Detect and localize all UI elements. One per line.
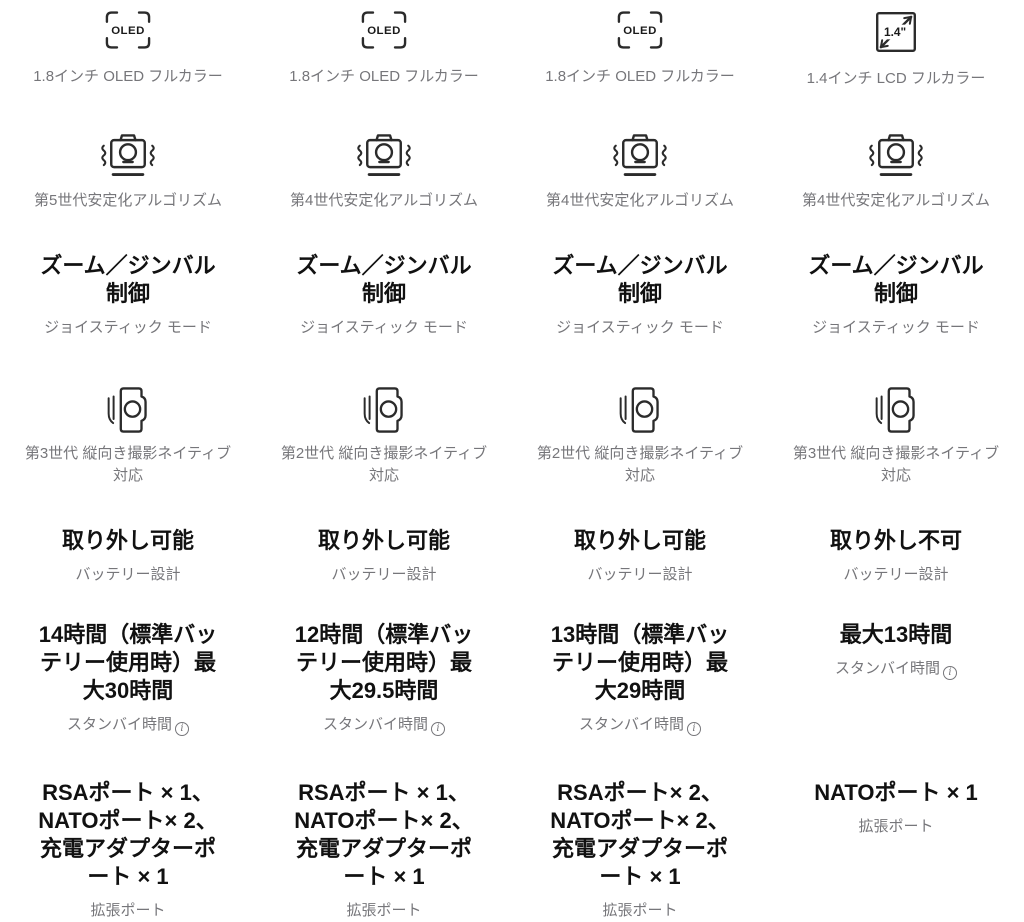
zoom-gimbal-label: ジョイスティック モード: [812, 317, 980, 339]
zoom-gimbal-spec-col1: ズーム／ジンバル 制御 ジョイスティック モード: [0, 252, 256, 383]
zoom-gimbal-spec-col4: ズーム／ジンバル 制御 ジョイスティック モード: [768, 252, 1024, 383]
stabilization-spec-text: 第4世代安定化アルゴリズム: [802, 190, 990, 212]
vertical-shooting-text: 第3世代 縦向き撮影ネイティブ 対応: [793, 443, 999, 487]
display-spec-col4: 1.4インチ LCD フルカラー: [768, 8, 1024, 128]
stabilization-spec-col2: 第4世代安定化アルゴリズム: [256, 128, 512, 252]
vertical-shooting-spec-col1: 第3世代 縦向き撮影ネイティブ 対応: [0, 383, 256, 527]
standby-time-label-text: スタンバイ時間: [323, 716, 428, 733]
camera-stabilization-icon: [864, 128, 928, 182]
info-icon[interactable]: i: [687, 722, 701, 736]
battery-design-value: 取り外し可能: [318, 527, 450, 555]
display-spec-text: 1.8インチ OLED フルカラー: [289, 66, 479, 88]
oled-display-icon: [614, 8, 666, 52]
standby-time-spec-col1: 14時間（標準バッ テリー使用時）最 大30時間 スタンバイ時間i: [0, 621, 256, 779]
standby-time-label: スタンバイ時間i: [835, 658, 957, 680]
lcd-display-icon: [874, 10, 918, 54]
stabilization-spec-text: 第5世代安定化アルゴリズム: [34, 190, 222, 212]
info-icon[interactable]: i: [175, 722, 189, 736]
vertical-shooting-spec-col4: 第3世代 縦向き撮影ネイティブ 対応: [768, 383, 1024, 527]
vertical-shooting-spec-col3: 第2世代 縦向き撮影ネイティブ 対応: [512, 383, 768, 527]
stabilization-spec-col3: 第4世代安定化アルゴリズム: [512, 128, 768, 252]
expansion-ports-spec-col1: RSAポート × 1、 NATOポート× 2、 充電アダプターポ ート × 1 …: [0, 779, 256, 915]
expansion-ports-value: RSAポート× 2、 NATOポート× 2、 充電アダプターポ ート × 1: [550, 779, 730, 891]
camera-stabilization-icon: [352, 128, 416, 182]
stabilization-spec-col1: 第5世代安定化アルゴリズム: [0, 128, 256, 252]
expansion-ports-value: NATOポート × 1: [814, 779, 978, 807]
battery-design-spec-col4: 取り外し不可 バッテリー設計: [768, 527, 1024, 621]
battery-design-value: 取り外し可能: [574, 527, 706, 555]
standby-time-label: スタンバイ時間i: [67, 714, 189, 736]
standby-time-value: 14時間（標準バッ テリー使用時）最 大30時間: [39, 621, 217, 705]
portrait-camera-icon: [872, 383, 920, 437]
standby-time-label: スタンバイ時間i: [579, 714, 701, 736]
standby-time-label: スタンバイ時間i: [323, 714, 445, 736]
display-spec-text: 1.8インチ OLED フルカラー: [33, 66, 223, 88]
stabilization-spec-text: 第4世代安定化アルゴリズム: [546, 190, 734, 212]
expansion-ports-value: RSAポート × 1、 NATOポート× 2、 充電アダプターポ ート × 1: [294, 779, 474, 891]
expansion-ports-label: 拡張ポート: [90, 900, 165, 922]
expansion-ports-spec-col4: NATOポート × 1 拡張ポート: [768, 779, 1024, 915]
expansion-ports-label: 拡張ポート: [602, 900, 677, 922]
standby-time-spec-col2: 12時間（標準バッ テリー使用時）最 大29.5時間 スタンバイ時間i: [256, 621, 512, 779]
battery-design-spec-col3: 取り外し可能 バッテリー設計: [512, 527, 768, 621]
display-spec-col2: 1.8インチ OLED フルカラー: [256, 8, 512, 128]
zoom-gimbal-spec-col3: ズーム／ジンバル 制御 ジョイスティック モード: [512, 252, 768, 383]
display-spec-text: 1.8インチ OLED フルカラー: [545, 66, 735, 88]
standby-time-spec-col4: 最大13時間 スタンバイ時間i: [768, 621, 1024, 779]
vertical-shooting-text: 第2世代 縦向き撮影ネイティブ 対応: [537, 443, 743, 487]
standby-time-spec-col3: 13時間（標準バッ テリー使用時）最 大29時間 スタンバイ時間i: [512, 621, 768, 779]
display-spec-text: 1.4インチ LCD フルカラー: [807, 68, 986, 90]
battery-design-spec-col2: 取り外し可能 バッテリー設計: [256, 527, 512, 621]
vertical-shooting-spec-col2: 第2世代 縦向き撮影ネイティブ 対応: [256, 383, 512, 527]
portrait-camera-icon: [360, 383, 408, 437]
battery-design-value: 取り外し不可: [830, 527, 962, 555]
vertical-shooting-text: 第3世代 縦向き撮影ネイティブ 対応: [25, 443, 231, 487]
display-spec-col1: 1.8インチ OLED フルカラー: [0, 8, 256, 128]
camera-stabilization-icon: [96, 128, 160, 182]
battery-design-label: バッテリー設計: [331, 564, 436, 586]
standby-time-label-text: スタンバイ時間: [67, 716, 172, 733]
stabilization-spec-col4: 第4世代安定化アルゴリズム: [768, 128, 1024, 252]
oled-display-icon: [102, 8, 154, 52]
standby-time-label-text: スタンバイ時間: [835, 660, 940, 677]
zoom-gimbal-label: ジョイスティック モード: [556, 317, 724, 339]
info-icon[interactable]: i: [943, 666, 957, 680]
expansion-ports-label: 拡張ポート: [858, 816, 933, 838]
battery-design-spec-col1: 取り外し可能 バッテリー設計: [0, 527, 256, 621]
expansion-ports-spec-col2: RSAポート × 1、 NATOポート× 2、 充電アダプターポ ート × 1 …: [256, 779, 512, 915]
standby-time-value: 最大13時間: [840, 621, 952, 649]
standby-time-label-text: スタンバイ時間: [579, 716, 684, 733]
expansion-ports-spec-col3: RSAポート× 2、 NATOポート× 2、 充電アダプターポ ート × 1 拡…: [512, 779, 768, 915]
stabilization-spec-text: 第4世代安定化アルゴリズム: [290, 190, 478, 212]
standby-time-value: 12時間（標準バッ テリー使用時）最 大29.5時間: [295, 621, 473, 705]
zoom-gimbal-value: ズーム／ジンバル 制御: [552, 252, 727, 308]
battery-design-label: バッテリー設計: [843, 564, 948, 586]
display-spec-col3: 1.8インチ OLED フルカラー: [512, 8, 768, 128]
battery-design-value: 取り外し可能: [62, 527, 194, 555]
expansion-ports-label: 拡張ポート: [346, 900, 421, 922]
zoom-gimbal-label: ジョイスティック モード: [300, 317, 468, 339]
zoom-gimbal-label: ジョイスティック モード: [44, 317, 212, 339]
zoom-gimbal-value: ズーム／ジンバル 制御: [296, 252, 471, 308]
standby-time-value: 13時間（標準バッ テリー使用時）最 大29時間: [551, 621, 729, 705]
zoom-gimbal-spec-col2: ズーム／ジンバル 制御 ジョイスティック モード: [256, 252, 512, 383]
expansion-ports-value: RSAポート × 1、 NATOポート× 2、 充電アダプターポ ート × 1: [38, 779, 218, 891]
vertical-shooting-text: 第2世代 縦向き撮影ネイティブ 対応: [281, 443, 487, 487]
zoom-gimbal-value: ズーム／ジンバル 制御: [808, 252, 983, 308]
oled-display-icon: [358, 8, 410, 52]
battery-design-label: バッテリー設計: [75, 564, 180, 586]
info-icon[interactable]: i: [431, 722, 445, 736]
portrait-camera-icon: [104, 383, 152, 437]
camera-stabilization-icon: [608, 128, 672, 182]
battery-design-label: バッテリー設計: [587, 564, 692, 586]
comparison-grid: 1.8インチ OLED フルカラー 1.8インチ OLED フルカラー 1.8イ…: [0, 0, 1024, 915]
zoom-gimbal-value: ズーム／ジンバル 制御: [40, 252, 215, 308]
portrait-camera-icon: [616, 383, 664, 437]
